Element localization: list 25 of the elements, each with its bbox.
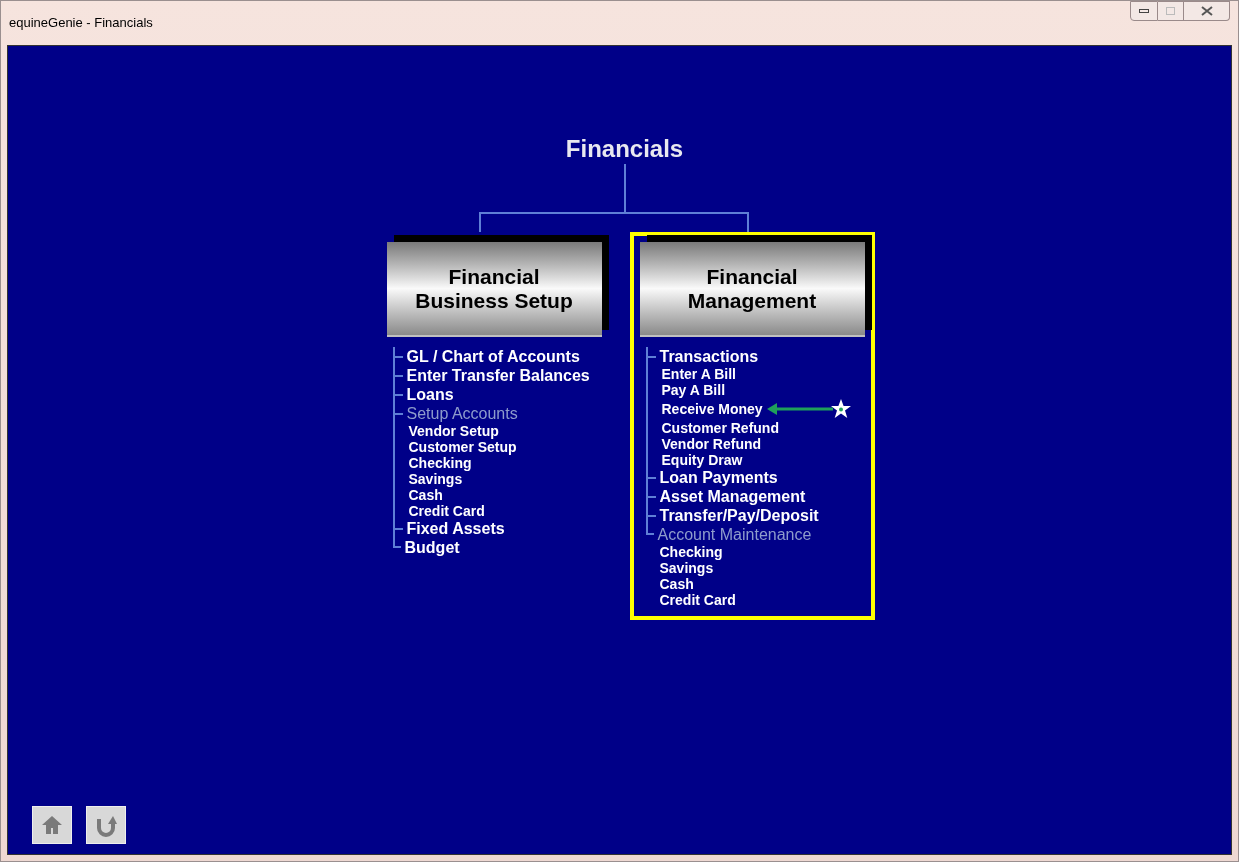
menu-item[interactable]: Loans bbox=[406, 385, 454, 404]
home-button[interactable] bbox=[32, 806, 72, 844]
menu-item[interactable]: Vendor Refund bbox=[661, 436, 762, 452]
menu-item[interactable]: Fixed Assets bbox=[406, 519, 505, 538]
close-button[interactable] bbox=[1184, 1, 1230, 21]
menu-item[interactable]: Transfer/Pay/Deposit bbox=[659, 506, 819, 525]
minimize-button[interactable] bbox=[1130, 1, 1158, 21]
close-icon bbox=[1200, 6, 1213, 16]
menu-item[interactable]: GL / Chart of Accounts bbox=[406, 347, 580, 366]
window-title: equineGenie - Financials bbox=[9, 14, 153, 33]
menu-item[interactable]: Pay A Bill bbox=[661, 382, 726, 398]
menu-item[interactable]: Loan Payments bbox=[659, 468, 778, 487]
page-heading: Financials bbox=[565, 134, 684, 164]
menu-item[interactable]: Equity Draw bbox=[661, 452, 743, 468]
menu-item[interactable]: Transactions bbox=[659, 347, 759, 366]
menu-item: Setup Accounts bbox=[406, 404, 518, 423]
menu-item: Account Maintenance bbox=[657, 525, 812, 544]
menu-item[interactable]: Customer Refund bbox=[661, 420, 779, 436]
menu-item[interactable]: Asset Management bbox=[659, 487, 806, 506]
back-button[interactable] bbox=[86, 806, 126, 844]
home-icon bbox=[41, 814, 63, 836]
menu-item[interactable]: Enter A Bill bbox=[661, 366, 736, 382]
menu-item[interactable]: Enter Transfer Balances bbox=[406, 366, 590, 385]
menu-item[interactable]: Receive Money bbox=[661, 401, 763, 417]
menu-item[interactable]: Budget bbox=[404, 538, 460, 557]
